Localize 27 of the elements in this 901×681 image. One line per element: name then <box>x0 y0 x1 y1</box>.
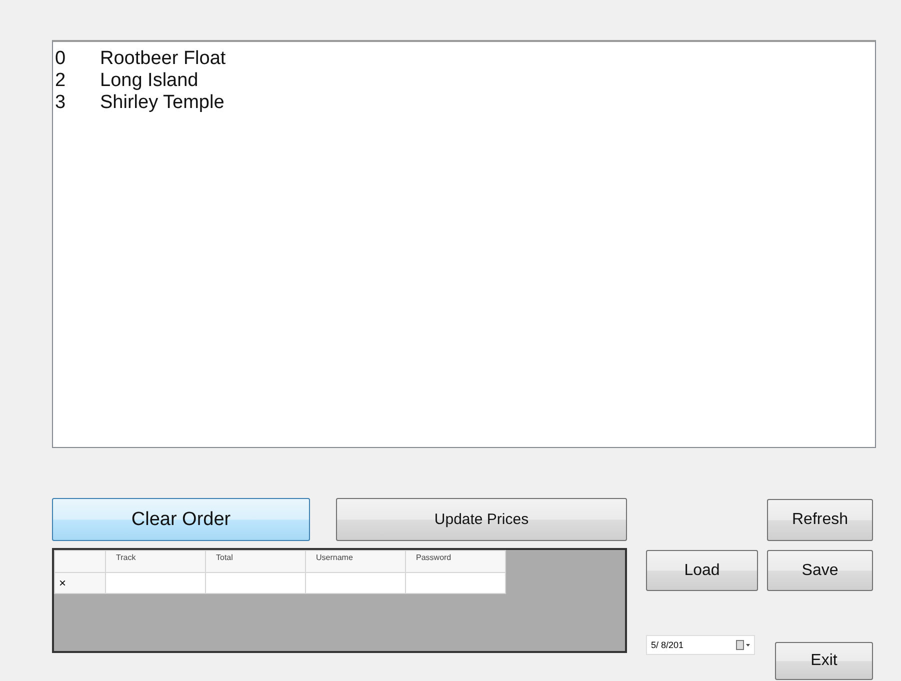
column-header[interactable]: Username <box>306 550 406 572</box>
update-prices-button[interactable]: Update Prices <box>336 498 627 541</box>
column-header[interactable]: Total <box>206 550 306 572</box>
date-value: 5/ 8/201 <box>651 640 684 650</box>
item-number: 3 <box>55 92 67 114</box>
table-cell[interactable] <box>206 572 306 594</box>
exit-button[interactable]: Exit <box>775 642 873 680</box>
column-header[interactable]: Track <box>106 550 206 572</box>
item-name: Rootbeer Float <box>100 48 226 70</box>
item-number: 2 <box>55 70 67 92</box>
table-cell[interactable] <box>406 572 506 594</box>
date-picker[interactable]: 5/ 8/201 <box>646 635 755 655</box>
item-name: Long Island <box>100 70 198 92</box>
calendar-dropdown-icon[interactable] <box>736 640 750 650</box>
data-grid[interactable]: Track Total Username Password × <box>52 548 627 653</box>
table-cell[interactable] <box>106 572 206 594</box>
item-name: Shirley Temple <box>100 92 224 114</box>
table-cell[interactable] <box>306 572 406 594</box>
row-header-cell <box>54 550 106 572</box>
column-header[interactable]: Password <box>406 550 506 572</box>
new-row-marker: × <box>54 572 106 594</box>
save-button[interactable]: Save <box>767 550 873 591</box>
clear-order-button[interactable]: Clear Order <box>52 498 310 541</box>
item-number: 0 <box>55 48 67 70</box>
load-button[interactable]: Load <box>646 550 758 591</box>
order-list[interactable]: 0 Rootbeer Float 2 Long Island 3 Shirley Temple <box>52 40 876 448</box>
refresh-button[interactable]: Refresh <box>767 499 873 541</box>
